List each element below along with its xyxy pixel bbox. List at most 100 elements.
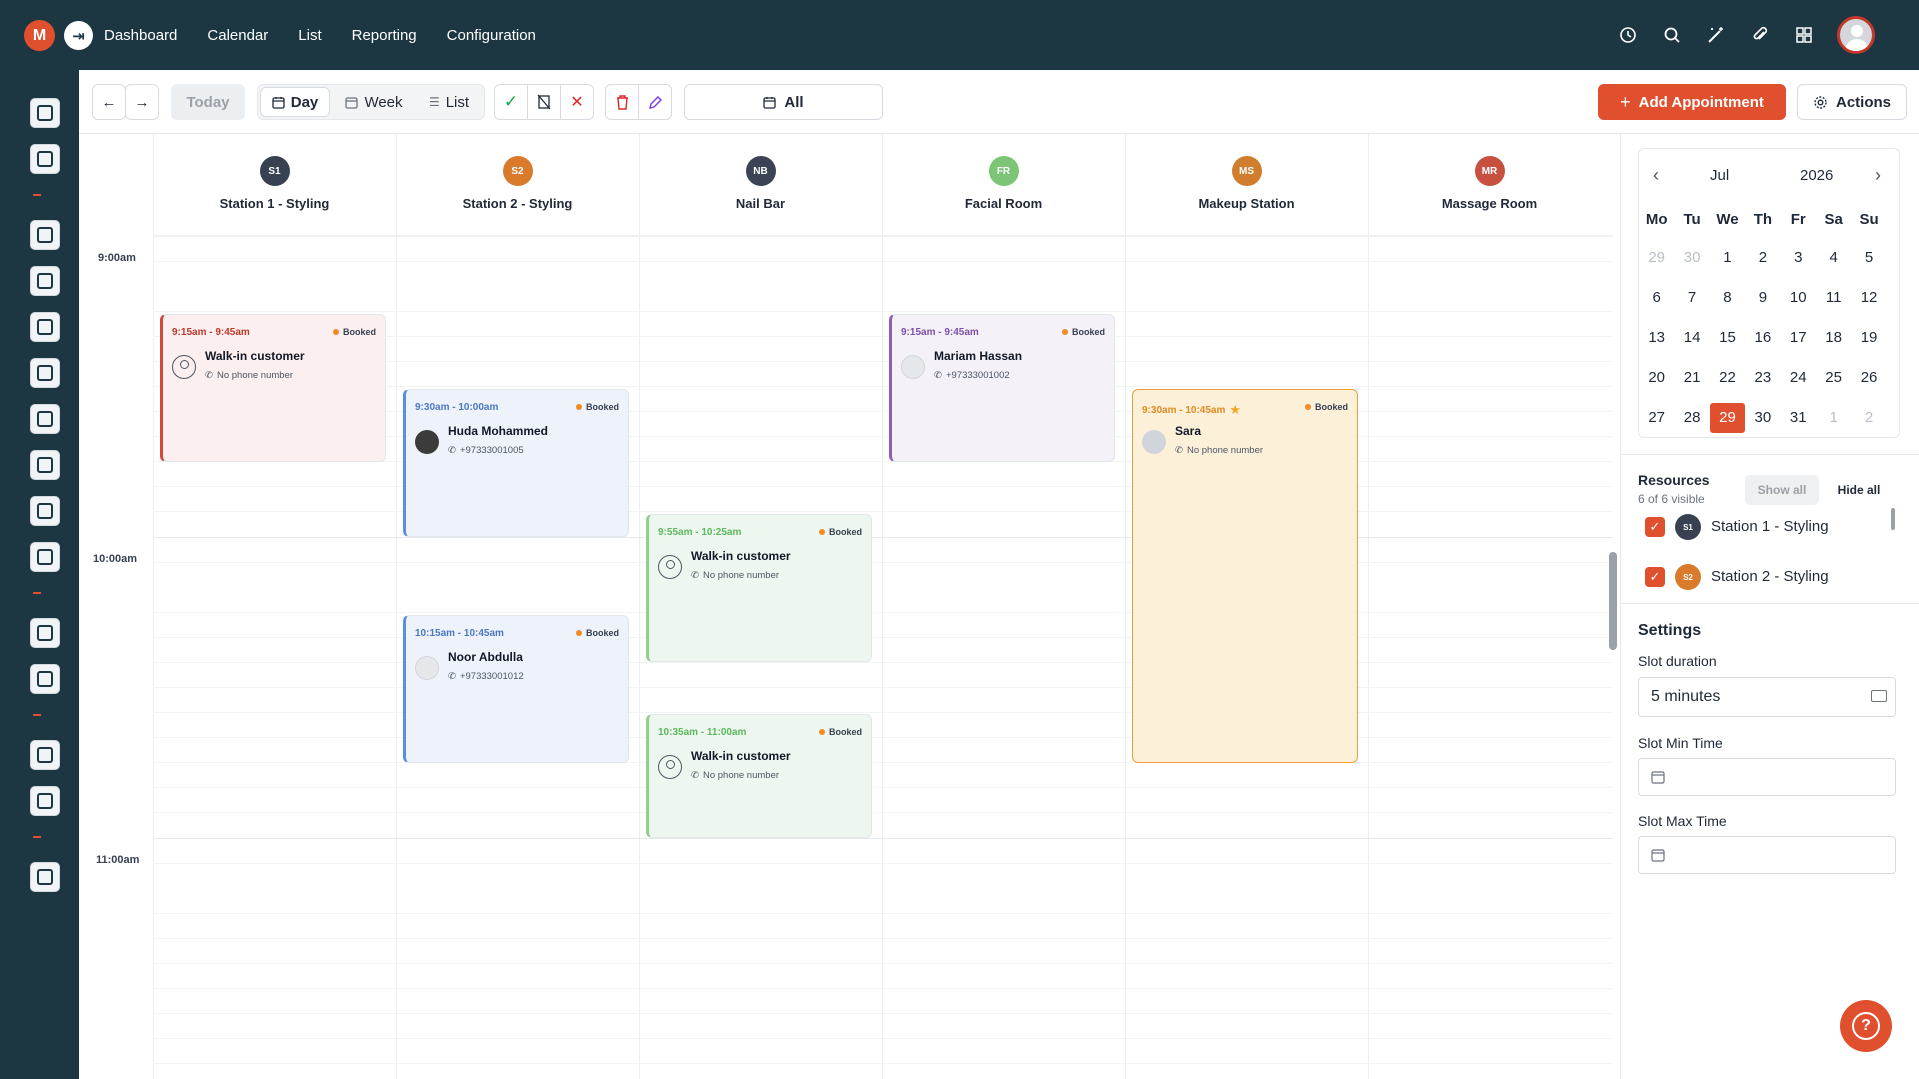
resource-checkbox[interactable]: ✓ xyxy=(1645,567,1665,587)
day-cell[interactable]: 1 xyxy=(1816,403,1851,433)
day-calendar-grid[interactable]: 9:00am 10:00am 11:00am 9:15am - 9:45am B… xyxy=(79,134,1613,1079)
day-cell[interactable]: 13 xyxy=(1639,323,1674,353)
calendar-scrollbar[interactable] xyxy=(1609,552,1617,650)
report-icon[interactable] xyxy=(30,312,60,342)
document-list-icon[interactable] xyxy=(30,358,60,388)
day-cell[interactable]: 18 xyxy=(1816,323,1851,353)
day-cell[interactable]: 9 xyxy=(1745,283,1780,313)
day-cell[interactable]: 30 xyxy=(1745,403,1780,433)
prev-month-chevron-icon[interactable]: ‹ xyxy=(1653,165,1659,186)
checklist-icon[interactable] xyxy=(30,144,60,174)
day-cell[interactable]: 17 xyxy=(1781,323,1816,353)
day-cell[interactable]: 1 xyxy=(1710,243,1745,273)
day-cell[interactable]: 31 xyxy=(1781,403,1816,433)
add-appointment-button[interactable]: + Add Appointment xyxy=(1598,84,1786,120)
folder-icon[interactable] xyxy=(30,664,60,694)
appointment-card[interactable]: 9:30am - 10:00am Booked Huda Mohammed ✆ … xyxy=(403,389,629,537)
day-cell[interactable]: 4 xyxy=(1816,243,1851,273)
edit-pencil-icon[interactable] xyxy=(638,84,672,120)
day-cell[interactable]: 24 xyxy=(1781,363,1816,393)
day-cell[interactable]: 23 xyxy=(1745,363,1780,393)
day-cell[interactable]: 19 xyxy=(1851,323,1886,353)
hand-service-icon[interactable] xyxy=(30,220,60,250)
magic-wand-icon[interactable] xyxy=(1705,24,1727,46)
prev-button[interactable]: ← xyxy=(92,84,126,120)
appointment-card[interactable]: 10:35am - 11:00am Booked Walk-in custome… xyxy=(646,714,872,838)
day-view-button[interactable]: Day xyxy=(260,87,330,117)
selected-day-cell[interactable]: 29 xyxy=(1709,403,1746,433)
resource-checkbox[interactable]: ✓ xyxy=(1645,517,1665,537)
day-cell[interactable]: 6 xyxy=(1639,283,1674,313)
day-cell[interactable]: 8 xyxy=(1710,283,1745,313)
user-avatar[interactable] xyxy=(1837,16,1875,54)
slot-max-time-input[interactable] xyxy=(1638,836,1896,874)
day-cell[interactable]: 30 xyxy=(1674,243,1709,273)
history-icon[interactable] xyxy=(1617,24,1639,46)
help-button[interactable]: ? xyxy=(1840,1000,1892,1052)
day-cell[interactable]: 26 xyxy=(1851,363,1886,393)
calendar-book-icon[interactable] xyxy=(30,98,60,128)
day-cell[interactable]: 7 xyxy=(1674,283,1709,313)
calendar-settings-icon[interactable] xyxy=(30,542,60,572)
day-cell[interactable]: 15 xyxy=(1710,323,1745,353)
search-customer-icon[interactable] xyxy=(30,496,60,526)
day-cell[interactable]: 27 xyxy=(1639,403,1674,433)
next-button[interactable]: → xyxy=(125,84,159,120)
no-show-icon[interactable] xyxy=(527,84,561,120)
nav-configuration[interactable]: Configuration xyxy=(447,27,536,44)
day-cell[interactable]: 16 xyxy=(1745,323,1780,353)
list-view-button[interactable]: ☰ List xyxy=(417,87,481,117)
day-cell[interactable]: 14 xyxy=(1674,323,1709,353)
bar-chart-icon[interactable] xyxy=(30,266,60,296)
day-cell[interactable]: 2 xyxy=(1851,403,1886,433)
appointment-card[interactable]: 9:15am - 9:45am Booked Walk-in customer … xyxy=(160,314,386,462)
day-cell[interactable]: 21 xyxy=(1674,363,1709,393)
resource-filter-dropdown[interactable]: All xyxy=(684,84,883,120)
confirm-check-icon[interactable]: ✓ xyxy=(494,84,528,120)
appointment-card[interactable]: 9:30am - 10:45am ★ Booked Sara ✆ No phone… xyxy=(1132,389,1358,763)
day-cell[interactable]: 12 xyxy=(1851,283,1886,313)
apps-grid-icon[interactable] xyxy=(1793,24,1815,46)
appointment-card[interactable]: 9:15am - 9:45am Booked Mariam Hassan ✆ +… xyxy=(889,314,1115,462)
clipboard-user-icon[interactable] xyxy=(30,786,60,816)
app-logo[interactable]: M xyxy=(24,20,55,51)
nav-dashboard[interactable]: Dashboard xyxy=(104,27,177,44)
actions-button[interactable]: Actions xyxy=(1797,84,1907,120)
day-cell[interactable]: 28 xyxy=(1674,403,1709,433)
paperclip-icon[interactable] xyxy=(1749,24,1771,46)
slot-min-time-input[interactable] xyxy=(1638,758,1896,796)
sidebar-toggle-button[interactable]: ⇥ xyxy=(64,21,93,50)
day-cell[interactable]: 22 xyxy=(1710,363,1745,393)
nav-calendar[interactable]: Calendar xyxy=(207,27,268,44)
day-cell[interactable]: 3 xyxy=(1781,243,1816,273)
year-select[interactable]: 2026 xyxy=(1800,167,1833,184)
cash-icon[interactable] xyxy=(30,450,60,480)
next-month-chevron-icon[interactable]: › xyxy=(1875,165,1881,186)
day-cell[interactable]: 29 xyxy=(1639,243,1674,273)
slot-duration-select[interactable]: 5 minutes xyxy=(1638,677,1896,717)
appointment-card[interactable]: 10:15am - 10:45am Booked Noor Abdulla ✆ … xyxy=(403,615,629,763)
day-cell[interactable]: 11 xyxy=(1816,283,1851,313)
cancel-x-icon[interactable]: ✕ xyxy=(560,84,594,120)
day-cell[interactable]: 2 xyxy=(1745,243,1780,273)
search-icon[interactable] xyxy=(1661,24,1683,46)
today-button[interactable]: Today xyxy=(171,84,245,120)
logout-icon[interactable] xyxy=(30,862,60,892)
nav-reporting[interactable]: Reporting xyxy=(352,27,417,44)
day-cell[interactable]: 10 xyxy=(1781,283,1816,313)
show-all-button[interactable]: Show all xyxy=(1745,475,1819,505)
resources-scrollbar[interactable] xyxy=(1891,508,1895,530)
headset-icon[interactable] xyxy=(30,618,60,648)
nav-list[interactable]: List xyxy=(298,27,321,44)
delete-trash-icon[interactable] xyxy=(605,84,639,120)
month-select[interactable]: Jul xyxy=(1710,167,1729,184)
day-cell[interactable]: 5 xyxy=(1851,243,1886,273)
day-cell[interactable]: 20 xyxy=(1639,363,1674,393)
customer-phone: +97333001012 xyxy=(459,671,524,682)
appointment-card[interactable]: 9:55am - 10:25am Booked Walk-in customer… xyxy=(646,514,872,662)
day-cell[interactable]: 25 xyxy=(1816,363,1851,393)
week-view-button[interactable]: Week xyxy=(334,87,414,117)
inventory-box-icon[interactable] xyxy=(30,404,60,434)
hide-all-button[interactable]: Hide all xyxy=(1829,475,1889,505)
settings-gear-icon[interactable] xyxy=(30,740,60,770)
